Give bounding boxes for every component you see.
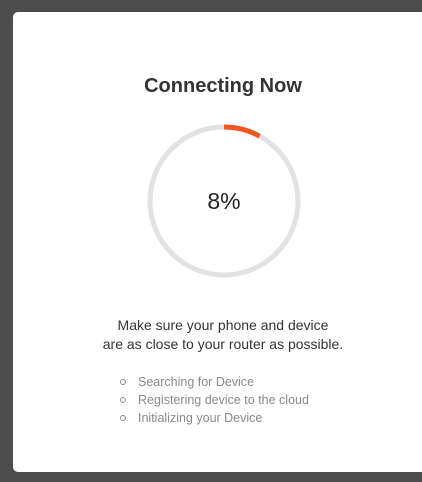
progress-ring: 8% — [145, 122, 303, 280]
instruction-line-1: Make sure your phone and device — [117, 317, 329, 333]
instruction-text: Make sure your phone and device are as c… — [13, 316, 422, 354]
step-label: Initializing your Device — [138, 411, 263, 425]
bullet-icon — [120, 379, 126, 385]
bullet-icon — [120, 397, 126, 403]
screen: Connecting Now 8% Make sure your phone a… — [0, 0, 422, 482]
step-item: Initializing your Device — [120, 409, 309, 427]
step-item: Registering device to the cloud — [120, 391, 309, 409]
bullet-icon — [120, 415, 126, 421]
connecting-dialog: Connecting Now 8% Make sure your phone a… — [13, 12, 422, 472]
progress-percent: 8% — [207, 188, 241, 214]
step-item: Searching for Device — [120, 373, 309, 391]
step-label: Registering device to the cloud — [138, 393, 309, 407]
instruction-line-2: are as close to your router as possible. — [102, 336, 344, 352]
step-label: Searching for Device — [138, 375, 255, 389]
step-list: Searching for Device Registering device … — [120, 373, 309, 427]
dialog-title: Connecting Now — [144, 75, 302, 97]
